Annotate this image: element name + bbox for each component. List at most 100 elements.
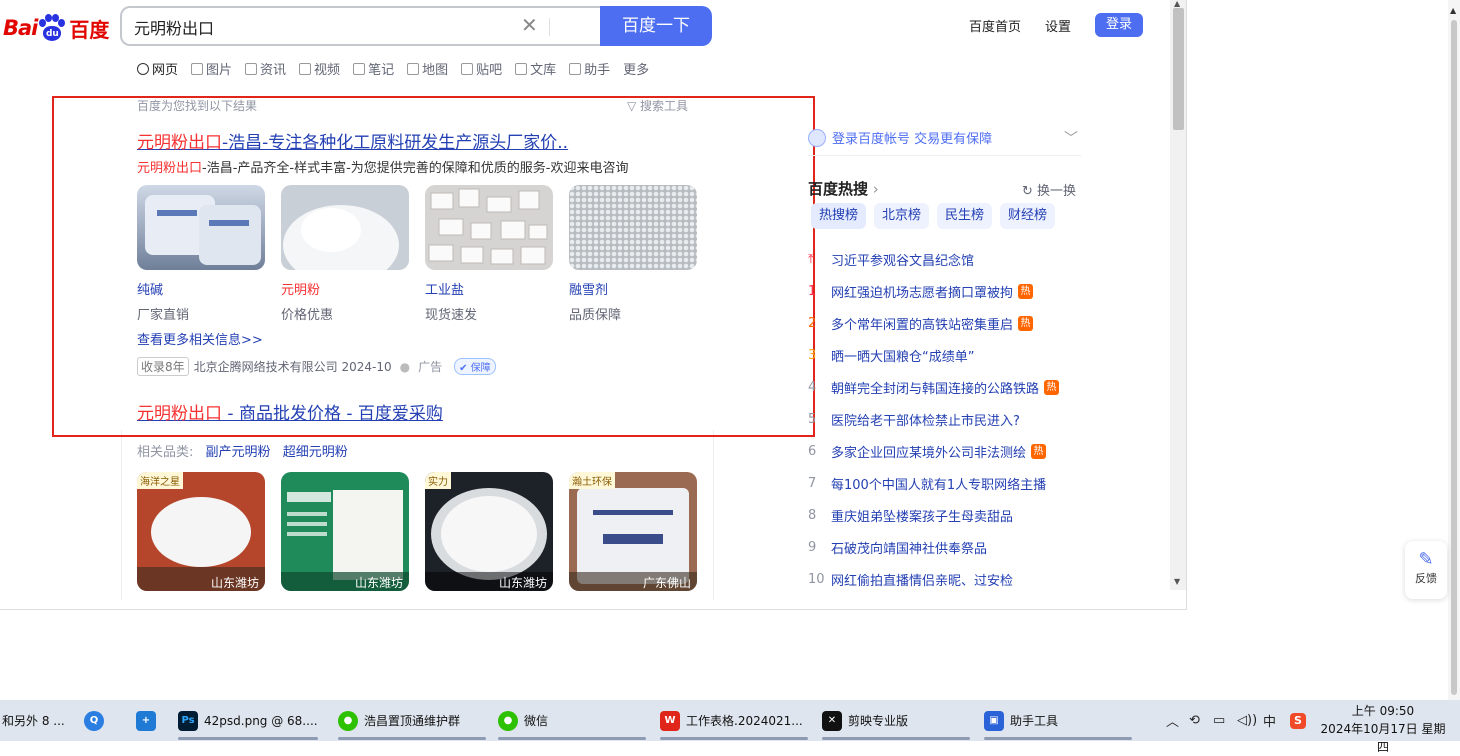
hot-item-text[interactable]: 网红偷拍直播情侣亲昵、过安检 (831, 570, 1013, 589)
tab-hot[interactable]: 热搜榜 (811, 203, 867, 229)
related-link[interactable]: 超细元明粉 (283, 445, 348, 460)
hot-search-title[interactable]: 百度热搜 › (808, 178, 879, 199)
product-card[interactable]: 实力 山东潍坊 (425, 472, 553, 591)
tab-assistant[interactable]: 助手 (569, 59, 610, 78)
wps-icon: W (660, 710, 680, 731)
hot-item[interactable]: 3 晒一晒大国粮仓“成绩单” (808, 339, 1059, 371)
hot-item[interactable]: 7 每100个中国人就有1人专职网络主播 (808, 467, 1059, 499)
hot-item[interactable]: 8 重庆姐弟坠楼案孩子生母卖甜品 (808, 499, 1059, 531)
hot-item[interactable]: 1 网红强迫机场志愿者摘口罩被拘热 (808, 275, 1059, 307)
tray-ime[interactable]: 中 (1263, 700, 1276, 741)
page-scrollbar[interactable]: ▲ ▼ (1170, 0, 1186, 590)
capcut-icon: ✕ (822, 710, 842, 731)
tab-images[interactable]: 图片 (191, 59, 232, 78)
hot-item[interactable]: 9 石破茂向靖国神社供奉祭品 (808, 531, 1059, 563)
refresh-button[interactable]: ↻ 换一换 (1022, 180, 1076, 199)
scroll-up-icon[interactable]: ▲ (1450, 6, 1456, 15)
tray-sogou-icon[interactable]: S (1290, 700, 1306, 741)
feedback-button[interactable]: ✎ 反馈 (1405, 541, 1447, 599)
taskbar-wechat-group[interactable]: ● 浩昌置顶通维护群 (338, 700, 486, 741)
tab-notes[interactable]: 笔记 (353, 59, 394, 78)
clear-icon[interactable]: ✕ (521, 13, 538, 37)
hot-badge: 热 (1018, 283, 1034, 299)
refresh-icon: ↻ (1022, 184, 1038, 199)
taskbar-search[interactable]: Q (84, 700, 110, 741)
hot-item-text[interactable]: 朝鲜完全封闭与韩国连接的公路铁路 (831, 378, 1039, 397)
hot-item-text[interactable]: 多家企业回应某境外公司非法测绘 (831, 442, 1026, 461)
hot-item-text[interactable]: 医院给老干部体检禁止市民进入? (831, 410, 1020, 429)
hot-item-text[interactable]: 晒一晒大国粮仓“成绩单” (831, 346, 974, 365)
hot-item[interactable]: 4 朝鲜完全封闭与韩国连接的公路铁路热 (808, 371, 1060, 403)
divider (808, 155, 1081, 156)
tab-tieba[interactable]: 贴吧 (461, 59, 502, 78)
login-button[interactable]: 登录 (1095, 13, 1143, 37)
search-input[interactable] (134, 16, 514, 38)
pin-icon: ⤒ (808, 251, 814, 267)
taskbar-group[interactable]: 和另外 8 ... (2, 700, 72, 741)
chevron-right-icon: › (868, 180, 879, 198)
scrollbar-thumb[interactable] (1173, 8, 1184, 130)
hot-rank: 7 (808, 475, 817, 491)
tab-finance[interactable]: 财经榜 (1000, 203, 1056, 229)
helper-icon: ▣ (984, 710, 1004, 731)
home-link[interactable]: 百度首页 (969, 16, 1021, 35)
product-card[interactable]: 山东潍坊 (281, 472, 409, 591)
tray-volume-icon[interactable]: ◁)) (1237, 700, 1257, 741)
paw-icon: du (38, 14, 66, 42)
hot-item-text[interactable]: 石破茂向靖国神社供奉祭品 (831, 538, 987, 557)
product-card[interactable]: 瀚土环保 广东佛山 (569, 472, 697, 591)
clock[interactable]: 上午 09:50 2024年10月17日 星期四 (1318, 702, 1448, 756)
tab-livelihood[interactable]: 民生榜 (937, 203, 993, 229)
hot-item-text[interactable]: 每100个中国人就有1人专职网络主播 (831, 474, 1046, 493)
login-hint[interactable]: 登录百度帐号 交易更有保障 (808, 128, 992, 147)
related-link[interactable]: 副产元明粉 (206, 445, 271, 460)
window-scrollbar[interactable]: ▲ (1448, 0, 1460, 700)
hot-item-text[interactable]: 网红强迫机场志愿者摘口罩被拘 (831, 282, 1013, 301)
product-card[interactable]: 海洋之星 山东潍坊 (137, 472, 265, 591)
tab-news[interactable]: 资讯 (245, 59, 286, 78)
hot-item[interactable]: 6 多家企业回应某境外公司非法测绘热 (808, 435, 1059, 467)
divider (549, 18, 550, 36)
search-tabs: 网页 图片 资讯 视频 笔记 地图 贴吧 文库 助手 更多 (137, 59, 662, 78)
tray-remote-icon[interactable]: ⟲ (1189, 700, 1200, 741)
scrollbar-thumb[interactable] (1451, 20, 1457, 695)
search-button[interactable]: 百度一下 (600, 6, 712, 46)
tab-beijing[interactable]: 北京榜 (874, 203, 930, 229)
hot-badge: 热 (1031, 443, 1047, 459)
search-box: ✕ (120, 6, 601, 46)
hot-item-text[interactable]: 多个常年闲置的高铁站密集重启 (831, 314, 1013, 333)
taskbar-photoshop[interactable]: Ps 42psd.png @ 68.... (178, 700, 326, 741)
tab-web[interactable]: 网页 (137, 59, 178, 78)
hot-item-text[interactable]: 习近平参观谷文昌纪念馆 (831, 250, 974, 269)
tab-more[interactable]: 更多 (623, 59, 649, 78)
hot-rank: 2 (808, 315, 817, 331)
tab-map[interactable]: 地图 (407, 59, 448, 78)
highlight-frame (52, 96, 815, 437)
image-icon (191, 62, 204, 75)
taskbar-helper[interactable]: ▣ 助手工具 (984, 700, 1132, 741)
taskbar-wechat[interactable]: ● 微信 (498, 700, 646, 741)
tab-video[interactable]: 视频 (299, 59, 340, 78)
ai-icon (569, 62, 582, 75)
taskbar-wps[interactable]: W 工作表格.2024021... (660, 700, 810, 741)
hot-item[interactable]: ⤒ 习近平参观谷文昌纪念馆 (808, 243, 1059, 275)
settings-link[interactable]: 设置 (1045, 16, 1071, 35)
baidu-logo[interactable]: Bai du 百度 (3, 12, 109, 44)
wechat-icon: ● (498, 710, 518, 731)
related-categories: 相关品类: 副产元明粉 超细元明粉 (137, 445, 348, 460)
hot-badge: 热 (1044, 379, 1060, 395)
hot-tabs: 热搜榜 北京榜 民生榜 财经榜 (811, 203, 1056, 229)
tray-network-icon[interactable]: ▭ (1213, 700, 1225, 741)
chevron-down-icon[interactable]: ﹀ (1064, 128, 1078, 148)
taskbar-capcut[interactable]: ✕ 剪映专业版 (822, 700, 970, 741)
note-icon (353, 62, 366, 75)
hot-item[interactable]: 10 网红偷拍直播情侣亲昵、过安检 (808, 563, 1059, 595)
hot-item[interactable]: 2 多个常年闲置的高铁站密集重启热 (808, 307, 1059, 339)
tab-wenku[interactable]: 文库 (515, 59, 556, 78)
hot-item-text[interactable]: 重庆姐弟坠楼案孩子生母卖甜品 (831, 506, 1013, 525)
hot-item[interactable]: 5 医院给老干部体检禁止市民进入? (808, 403, 1059, 435)
scroll-down-icon[interactable]: ▼ (1174, 577, 1180, 586)
scroll-up-icon[interactable]: ▲ (1174, 0, 1180, 8)
taskbar-app[interactable]: + (136, 700, 162, 741)
tray-chevron-icon[interactable]: ︿ (1166, 700, 1179, 741)
